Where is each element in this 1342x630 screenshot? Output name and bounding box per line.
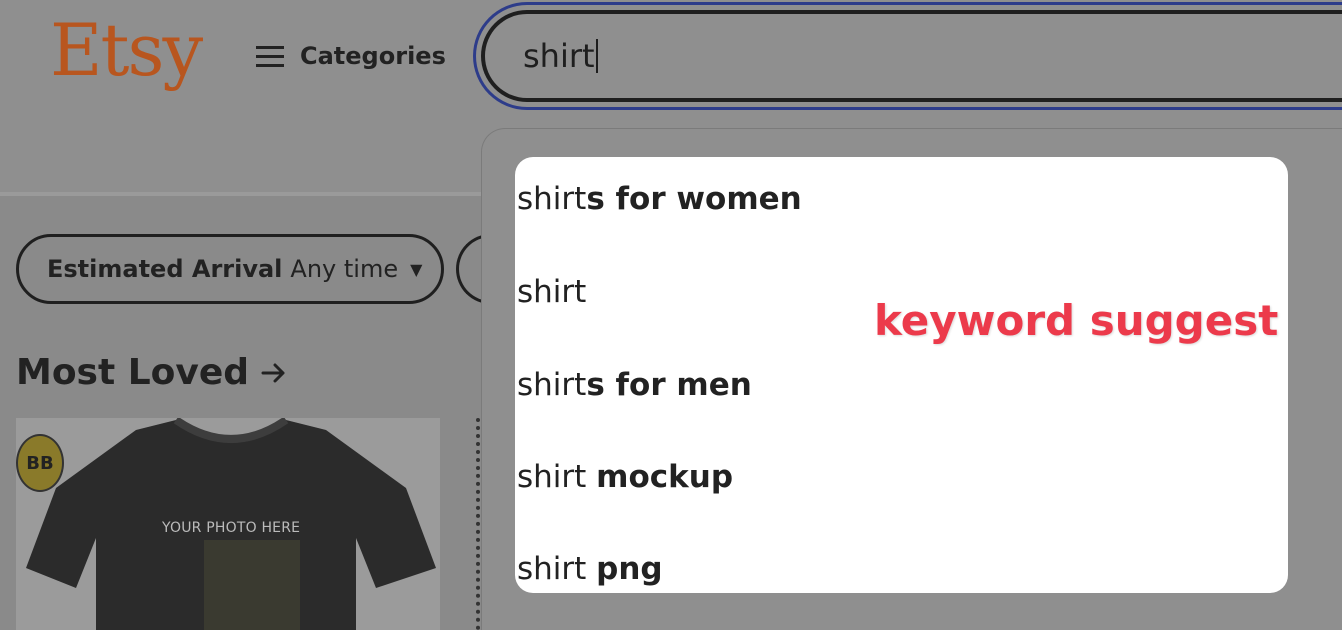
suggestion-item[interactable]: shirts for men	[517, 363, 752, 407]
etsy-logo[interactable]: Etsy	[50, 14, 203, 86]
suggestion-item[interactable]: shirt png	[517, 547, 663, 591]
suggestion-completion: s for men	[586, 367, 752, 403]
suggestion-typed: shirt	[517, 459, 597, 495]
hamburger-icon	[256, 44, 284, 68]
suggestion-typed: shirt	[517, 367, 587, 403]
most-loved-heading[interactable]: Most Loved	[16, 352, 287, 393]
filter-value: Any time	[290, 255, 399, 283]
filter-label: Estimated Arrival	[47, 255, 283, 283]
suggestion-typed: shirt	[517, 274, 587, 310]
categories-label: Categories	[300, 42, 446, 70]
product-image[interactable]: BB YOUR PHOTO HERE	[16, 418, 440, 630]
suggestion-item[interactable]: shirts for women	[517, 177, 802, 221]
shirt-photo-print	[204, 540, 300, 630]
estimated-arrival-filter[interactable]: Estimated Arrival Any time ▼	[16, 234, 444, 304]
suggestion-completion: mockup	[596, 459, 734, 495]
suggestion-item[interactable]: shirt	[517, 270, 586, 314]
text-caret	[595, 39, 598, 73]
shirt-print-caption: YOUR PHOTO HERE	[162, 520, 301, 536]
caret-down-icon: ▼	[410, 259, 423, 279]
arrow-right-icon	[261, 363, 285, 382]
suggestions-highlight-card: shirts for women shirt shirts for men sh…	[515, 157, 1288, 593]
etsy-search-page: Etsy Categories shirt Estimated Arrival …	[0, 0, 1342, 630]
shop-badge: BB	[16, 434, 64, 492]
categories-button[interactable]: Categories	[256, 38, 446, 74]
suggestion-typed: shirt	[517, 551, 597, 587]
suggestion-completion: png	[596, 551, 663, 587]
suggestion-item[interactable]: shirt mockup	[517, 455, 733, 499]
suggestion-typed: shirt	[517, 181, 587, 217]
search-input[interactable]: shirt	[481, 10, 1342, 102]
suggestion-completion: s for women	[586, 181, 802, 217]
keyword-suggest-annotation: keyword suggest	[874, 296, 1279, 345]
search-input-value: shirt	[523, 37, 595, 75]
section-title: Most Loved	[16, 352, 250, 393]
